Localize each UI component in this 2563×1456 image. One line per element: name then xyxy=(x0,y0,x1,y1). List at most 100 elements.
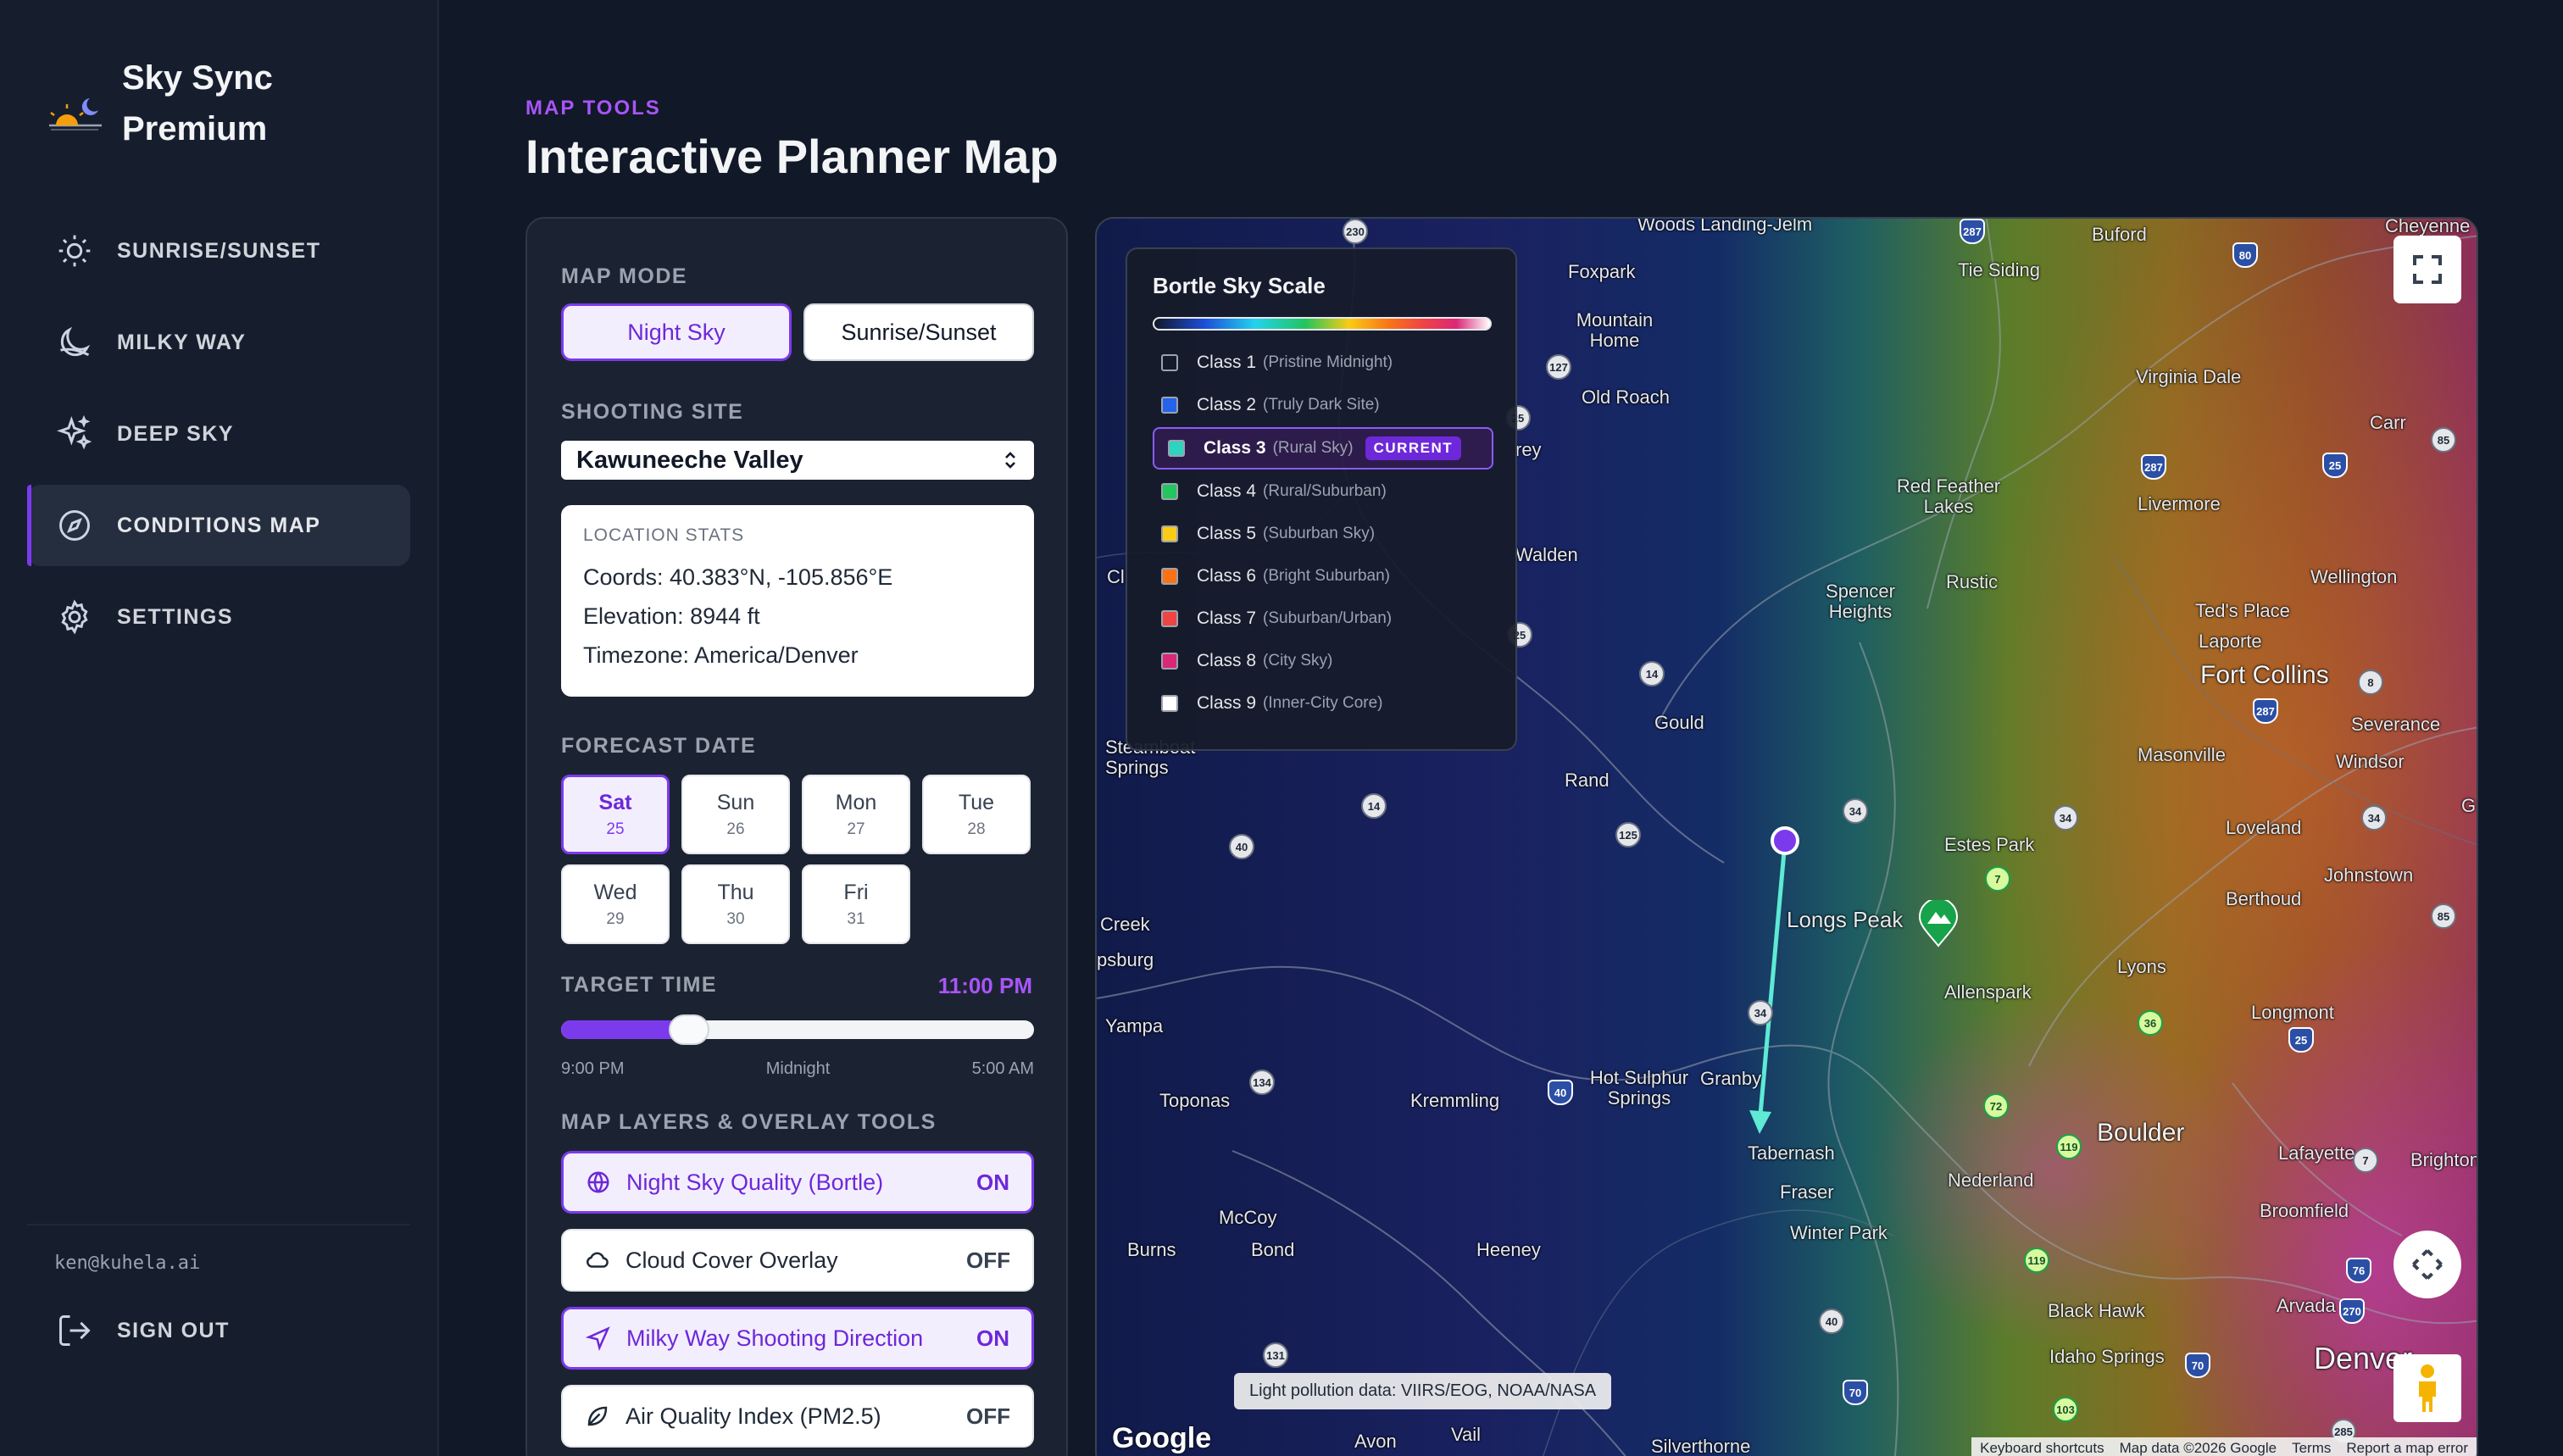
sidebar-item-label: MILKY WAY xyxy=(117,330,247,354)
legend-row-current[interactable]: Class 3 (Rural Sky) CURRENT xyxy=(1153,427,1493,470)
page-eyebrow: MAP TOOLS xyxy=(525,97,661,119)
route-shield: 25 xyxy=(2288,1027,2314,1053)
forecast-day-button[interactable]: Sat 25 xyxy=(561,775,670,854)
legend-class-label: Class 6 xyxy=(1197,566,1257,586)
map-place-label: Ted's Place xyxy=(2195,600,2290,621)
map-place-label: Bond xyxy=(1251,1239,1295,1260)
route-shield: 134 xyxy=(1249,1070,1275,1095)
route-shield: 270 xyxy=(2339,1298,2365,1324)
legend-class-label: Class 2 xyxy=(1197,395,1257,414)
map-place-label: Kremmling xyxy=(1410,1090,1500,1111)
legend-swatch xyxy=(1161,610,1178,627)
layer-state: OFF xyxy=(966,1247,1010,1273)
target-time-slider[interactable] xyxy=(561,1014,1034,1045)
map-place-label: Arvada xyxy=(2277,1295,2336,1316)
map-place-label: Windsor xyxy=(2336,751,2405,772)
legend-class-label: Class 3 xyxy=(1204,438,1266,458)
legend-class-desc: (Rural Sky) xyxy=(1272,439,1354,457)
legend-row[interactable]: Class 6 (Bright Suburban) xyxy=(1153,558,1493,595)
route-shield: 80 xyxy=(2232,242,2258,268)
legend-row[interactable]: Class 4 (Rural/Suburban) xyxy=(1153,473,1493,510)
forecast-day-button[interactable]: Thu 30 xyxy=(681,864,790,944)
mountain-pin-icon[interactable] xyxy=(1917,900,1960,948)
route-shield: 34 xyxy=(2361,805,2387,831)
pan-control-button[interactable] xyxy=(2393,1231,2461,1298)
forecast-day-button[interactable]: Fri 31 xyxy=(802,864,910,944)
sidebar-item-conditions-map[interactable]: CONDITIONS MAP xyxy=(27,485,410,566)
street-view-pegman[interactable] xyxy=(2393,1354,2461,1422)
layer-air-quality-toggle[interactable]: Air Quality Index (PM2.5) OFF xyxy=(561,1385,1034,1448)
map-place-label: Yampa xyxy=(1105,1015,1164,1036)
layer-milky-way-direction-toggle[interactable]: Milky Way Shooting Direction ON xyxy=(561,1307,1034,1370)
map-place-label: Lyons xyxy=(2117,956,2166,977)
route-shield: 85 xyxy=(2431,427,2456,453)
slider-ticks: 9:00 PM Midnight 5:00 AM xyxy=(561,1059,1034,1079)
map-place-label: Laporte xyxy=(2199,631,2262,652)
forecast-day-button[interactable]: Sun 26 xyxy=(681,775,790,854)
map-footer: Keyboard shortcuts Map data ©2026 Google… xyxy=(1971,1437,2477,1456)
legend-row[interactable]: Class 5 (Suburban Sky) xyxy=(1153,515,1493,553)
user-email: ken@kuhela.ai xyxy=(54,1253,201,1274)
map-place-label: Broomfield xyxy=(2260,1200,2349,1221)
shooting-site-select[interactable]: Kawuneeche Valley xyxy=(561,441,1034,480)
bortle-legend: Bortle Sky Scale Class 1 (Pristine Midnig… xyxy=(1126,247,1517,751)
legend-class-desc: (Suburban Sky) xyxy=(1263,525,1376,542)
map-attribution: Light pollution data: VIIRS/EOG, NOAA/NA… xyxy=(1234,1373,1612,1409)
legend-row[interactable]: Class 9 (Inner-City Core) xyxy=(1153,685,1493,722)
map-place-label: Vail xyxy=(1451,1424,1482,1445)
map-mode-label: MAP MODE xyxy=(561,264,688,288)
layer-bortle-toggle[interactable]: Night Sky Quality (Bortle) ON xyxy=(561,1151,1034,1214)
layer-state: ON xyxy=(976,1169,1009,1195)
map-place-label: Longs Peak xyxy=(1787,907,1904,932)
route-shield: 119 xyxy=(2024,1248,2049,1273)
slider-tick-label: Midnight xyxy=(765,1059,831,1078)
map-place-label: Woods Landing-Jelm xyxy=(1637,217,1813,235)
mode-night-sky-button[interactable]: Night Sky xyxy=(561,303,792,361)
forecast-day-button[interactable]: Mon 27 xyxy=(802,775,910,854)
sidebar-item-deep-sky[interactable]: DEEP SKY xyxy=(27,393,410,475)
mode-sunrise-sunset-button[interactable]: Sunrise/Sunset xyxy=(803,303,1034,361)
slider-thumb[interactable] xyxy=(668,1014,709,1045)
keyboard-shortcuts-link[interactable]: Keyboard shortcuts xyxy=(1980,1440,2104,1456)
day-name: Fri xyxy=(843,880,869,904)
brand[interactable]: Sky Sync Premium xyxy=(47,53,342,154)
day-date: 25 xyxy=(606,820,625,838)
legend-row[interactable]: Class 8 (City Sky) xyxy=(1153,642,1493,680)
sidebar-item-settings[interactable]: SETTINGS xyxy=(27,576,410,658)
legend-class-label: Class 8 xyxy=(1197,651,1257,670)
legend-row[interactable]: Class 2 (Truly Dark Site) xyxy=(1153,386,1493,424)
legend-row[interactable]: Class 7 (Suburban/Urban) xyxy=(1153,600,1493,637)
legend-class-desc: (Truly Dark Site) xyxy=(1263,396,1380,414)
forecast-day-button[interactable]: Tue 28 xyxy=(922,775,1031,854)
location-coords: Coords: 40.383°N, -105.856°E xyxy=(583,564,893,590)
map-place-label: Livermore xyxy=(2138,493,2221,514)
forecast-day-button[interactable]: Wed 29 xyxy=(561,864,670,944)
fullscreen-button[interactable] xyxy=(2393,236,2461,303)
legend-row[interactable]: Class 1 (Pristine Midnight) xyxy=(1153,344,1493,381)
sign-out-button[interactable]: SIGN OUT xyxy=(56,1312,230,1349)
sidebar-item-sunrise-sunset[interactable]: SUNRISE/SUNSET xyxy=(27,210,410,292)
forecast-date-label: FORECAST DATE xyxy=(561,734,757,758)
sidebar-item-milky-way[interactable]: MILKY WAY xyxy=(27,302,410,383)
map-place-label: Heeney xyxy=(1476,1239,1541,1260)
layer-cloud-cover-toggle[interactable]: Cloud Cover Overlay OFF xyxy=(561,1229,1034,1292)
map-place-label: Rand xyxy=(1565,770,1610,791)
layer-label: Air Quality Index (PM2.5) xyxy=(625,1403,881,1429)
day-name: Thu xyxy=(717,880,754,904)
route-shield: 287 xyxy=(2141,454,2166,480)
planner-map[interactable]: Woods Landing-Jelm Foxpark Mountain Home… xyxy=(1095,217,2478,1456)
sidebar-divider xyxy=(27,1224,410,1225)
map-place-label: Loveland xyxy=(2226,817,2302,838)
legend-class-label: Class 5 xyxy=(1197,524,1257,543)
map-place-label: Buford xyxy=(2092,224,2147,245)
sun-icon xyxy=(58,235,91,267)
report-map-error-link[interactable]: Report a map error xyxy=(2346,1440,2468,1456)
map-place-label: Foxpark xyxy=(1568,261,1636,282)
day-date: 29 xyxy=(606,909,625,928)
legend-swatch xyxy=(1161,653,1178,670)
terms-link[interactable]: Terms xyxy=(2292,1440,2331,1456)
map-data-label: Map data ©2026 Google xyxy=(2119,1440,2277,1456)
day-date: 30 xyxy=(726,909,745,928)
leaf-icon xyxy=(587,1406,608,1426)
map-place-label: rey xyxy=(1515,439,1542,460)
